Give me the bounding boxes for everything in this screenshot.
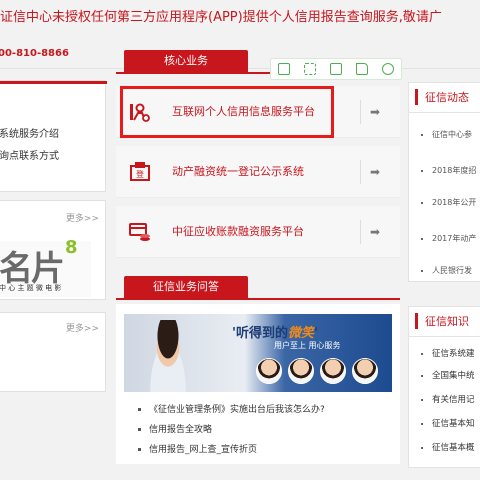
more-link[interactable]: 更多>> — [66, 211, 99, 224]
share-icon[interactable] — [356, 63, 368, 75]
knowledge-link[interactable]: 征信系统建 — [421, 347, 475, 359]
bullet-icon — [138, 408, 141, 411]
svg-text:登: 登 — [136, 169, 144, 179]
separator — [360, 160, 361, 184]
header-accent — [415, 313, 418, 329]
credit-news-panel: 征信动态 征信中心参 2018年度招 2018年公开 2017年动产 人民银行发 — [408, 82, 480, 282]
bullet-icon — [421, 169, 423, 172]
news-link[interactable]: 征信中心参 — [421, 129, 472, 140]
knowledge-link[interactable]: 征信基本知 — [421, 417, 475, 429]
bullet-icon — [138, 428, 141, 431]
service-row-movable-property[interactable]: 登 动产融资统一登记公示系统 ➡ — [116, 146, 400, 198]
bullet-icon — [138, 448, 141, 451]
tab-underline — [116, 298, 400, 300]
arrow-right-icon[interactable]: ➡ — [370, 86, 380, 138]
bullet-icon — [421, 398, 423, 401]
news-link[interactable]: 2017年动产 — [421, 233, 476, 244]
mingpian-caption: 中 心 主 题 微 电 影 — [0, 284, 62, 292]
bullet-icon — [421, 133, 423, 136]
qa-link[interactable]: 《征信业管理条例》实施出台后我该怎么办? — [138, 402, 325, 415]
avatar — [256, 358, 282, 384]
qa-link[interactable]: 信用报告全攻略 — [138, 422, 212, 435]
service-name[interactable]: 中征应收账款融资服务平台 — [172, 206, 304, 258]
banner-slogan: '听得到的微笑' — [232, 326, 318, 341]
bullet-icon — [421, 201, 423, 204]
panel-title: 征信动态 — [425, 91, 469, 104]
qa-link[interactable]: 信用报告_网上查_宣传折页 — [138, 442, 257, 455]
register-icon: 登 — [130, 162, 150, 181]
notice-banner: 证信中心未授权任何第三方应用程序(APP)提供个人信用报告查询服务,敬请广 — [0, 10, 442, 25]
news-link[interactable]: 2018年公开 — [421, 197, 476, 208]
banner-subtitle: 用户至上 用心服务 — [274, 341, 341, 350]
mingpian-number: 8 — [65, 237, 78, 258]
separator — [360, 100, 361, 124]
separator — [360, 220, 361, 244]
knowledge-link[interactable]: 全国集中统 — [421, 369, 475, 381]
floating-toolbar — [270, 58, 402, 80]
arrow-right-icon[interactable]: ➡ — [370, 206, 380, 258]
phone-icon[interactable] — [278, 63, 290, 75]
panel-accent-bar — [0, 81, 107, 84]
left-lower-panel: 更多>> — [0, 312, 106, 392]
mingpian-video-thumbnail[interactable]: 名片 8 中 心 主 题 微 电 影 — [0, 237, 91, 297]
settings-icon[interactable] — [382, 63, 394, 75]
bullet-icon — [421, 446, 423, 449]
panel-title: 征信知识 — [425, 315, 469, 328]
left-info-panel: 系统服务介绍 询点联系方式 — [0, 80, 107, 192]
knowledge-link[interactable]: 有关信用记 — [421, 393, 475, 405]
highlight-box — [120, 86, 334, 138]
left-link-contact[interactable]: 询点联系方式 — [0, 147, 59, 162]
expand-icon[interactable] — [304, 63, 316, 75]
left-video-panel: 更多>> 名片 8 中 心 主 题 微 电 影 — [0, 200, 106, 300]
news-link[interactable]: 人民银行发 — [421, 265, 472, 276]
hotline-number: 00-810-8866 — [0, 48, 69, 59]
avatar — [320, 358, 346, 384]
agent-photo — [142, 320, 194, 392]
panel-header: 征信知识 — [409, 307, 480, 337]
tab-core-business[interactable]: 核心业务 — [124, 50, 248, 72]
avatar — [288, 358, 314, 384]
bullet-icon — [421, 237, 423, 240]
bullet-icon — [421, 352, 423, 355]
header-accent — [415, 89, 418, 105]
staff-photos — [256, 358, 392, 388]
save-icon[interactable] — [330, 63, 342, 75]
service-row-receivables[interactable]: 中征应收账款融资服务平台 ➡ — [116, 206, 400, 258]
left-link-system-intro[interactable]: 系统服务介绍 — [0, 125, 59, 140]
tab-credit-qa[interactable]: 征信业务问答 — [124, 276, 248, 298]
service-name[interactable]: 动产融资统一登记公示系统 — [172, 146, 304, 198]
knowledge-link[interactable]: 征信基本概 — [421, 441, 475, 453]
service-banner[interactable]: '听得到的微笑' 用户至上 用心服务 — [124, 314, 392, 392]
bullet-icon — [421, 374, 423, 377]
news-link[interactable]: 2018年度招 — [421, 165, 476, 176]
qa-panel: '听得到的微笑' 用户至上 用心服务 《征信业管理条例》实施出台后我该怎么办? … — [116, 304, 400, 464]
bullet-icon — [421, 269, 423, 272]
arrow-right-icon[interactable]: ➡ — [370, 146, 380, 198]
bullet-icon — [421, 422, 423, 425]
more-link[interactable]: 更多>> — [66, 321, 99, 334]
credit-knowledge-panel: 征信知识 征信系统建 全国集中统 有关信用记 征信基本知 征信基本概 — [408, 306, 480, 468]
avatar — [352, 358, 378, 384]
card-coins-icon — [129, 223, 150, 241]
panel-header: 征信动态 — [409, 83, 480, 113]
